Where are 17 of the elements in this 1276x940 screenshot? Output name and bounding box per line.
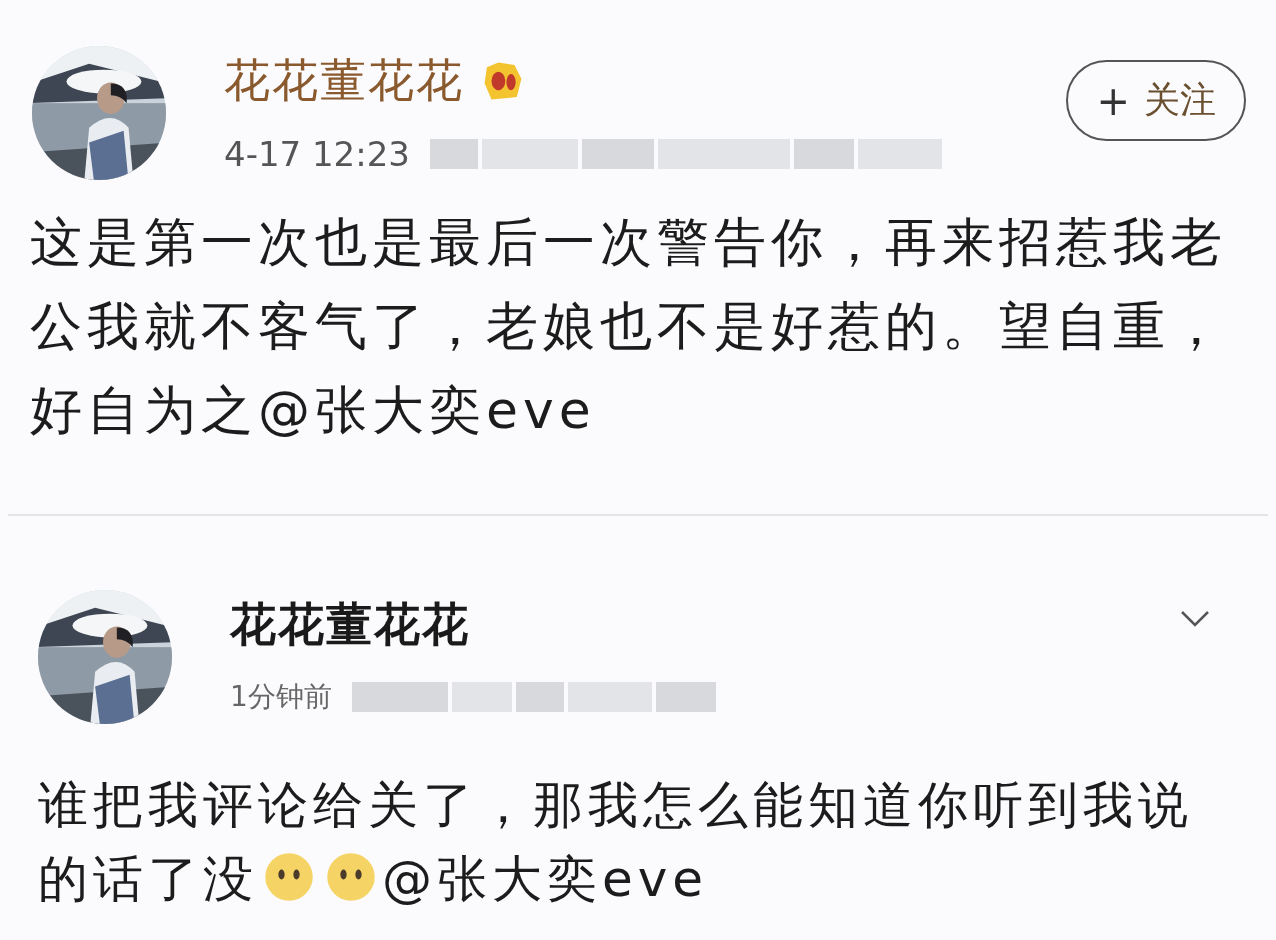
author-name[interactable]: 花花董花花 bbox=[224, 50, 464, 112]
post-text: 这是第一次也是最后一次警告你，再来招惹我老公我就不客气了，老娘也不是好惹的。望自重，好自为之@张大奕eve bbox=[30, 211, 1228, 442]
post-time: 1分钟前 bbox=[230, 679, 332, 715]
redaction-bar bbox=[515, 682, 564, 712]
redaction-bar bbox=[655, 682, 716, 712]
post-time: 4-17 12:23 bbox=[224, 134, 410, 174]
mention-link[interactable]: @张大奕eve bbox=[258, 380, 596, 440]
follow-button[interactable]: + 关注 bbox=[1066, 60, 1246, 141]
redaction-bar bbox=[793, 139, 854, 169]
mention-link[interactable]: @张大奕eve bbox=[382, 850, 709, 908]
chevron-down-icon[interactable] bbox=[1180, 610, 1210, 628]
smiley-icon bbox=[264, 852, 314, 902]
post-text: 谁把我评论给关了，那我怎么能知道你听到我说的话了没 @张大奕eve bbox=[37, 775, 1194, 910]
author-name[interactable]: 花花董花花 bbox=[230, 594, 470, 656]
redaction-bar bbox=[429, 139, 478, 169]
smiley-icon bbox=[326, 852, 376, 902]
redaction-bar bbox=[451, 682, 512, 712]
